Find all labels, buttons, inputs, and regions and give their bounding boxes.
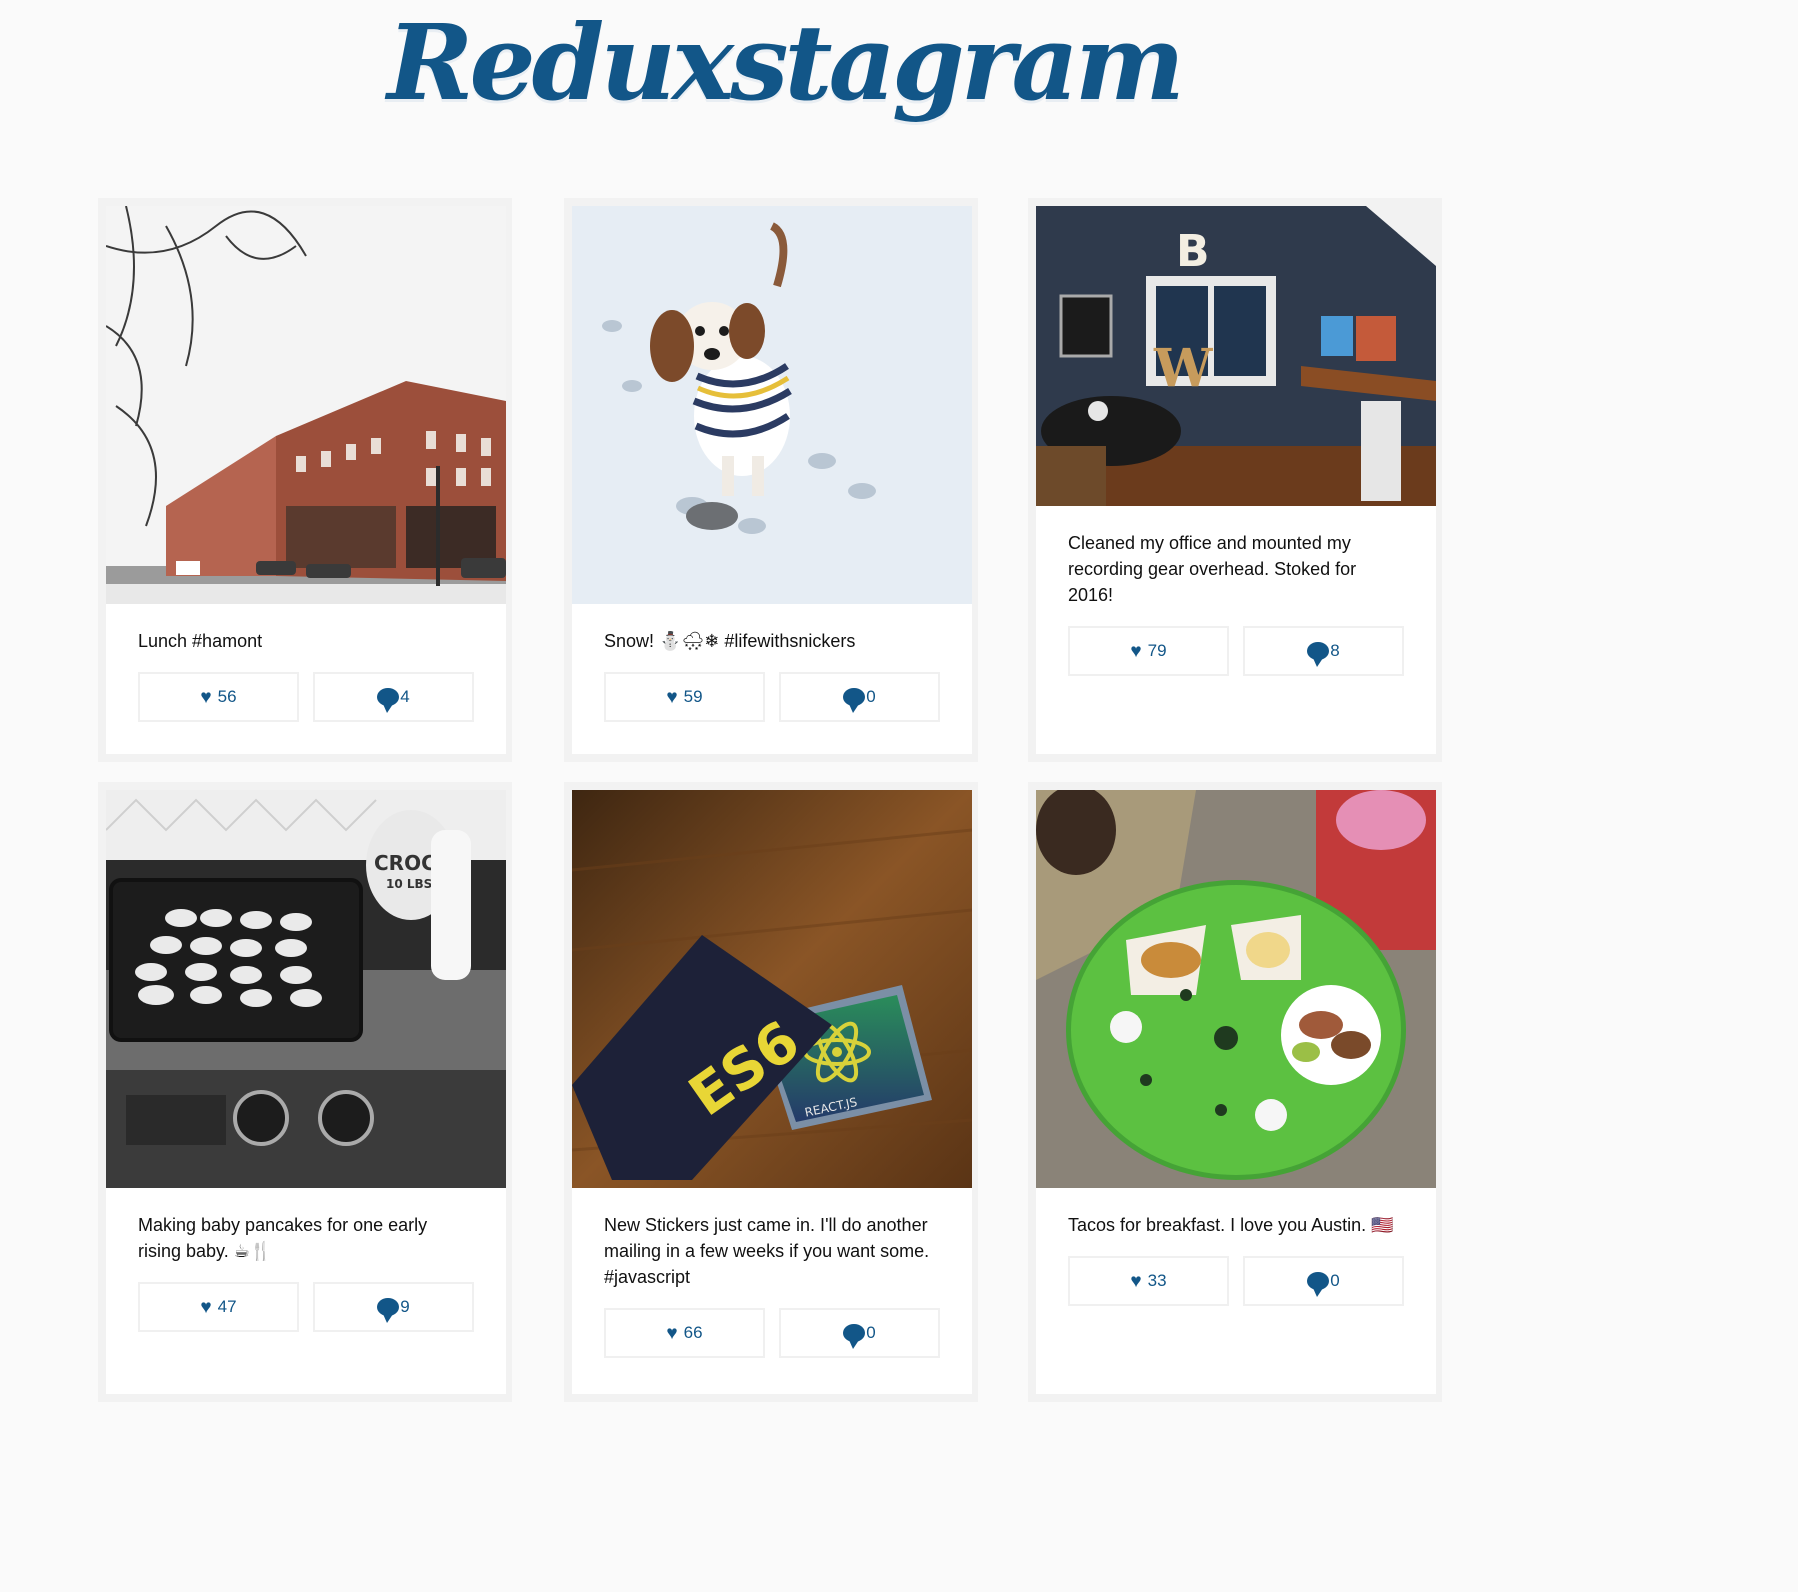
post-card: Lunch #hamont ♥ 56 4 bbox=[98, 198, 512, 762]
comment-count: 4 bbox=[400, 687, 410, 706]
post-caption: Lunch #hamont bbox=[138, 631, 263, 651]
like-button[interactable]: ♥ 79 bbox=[1068, 626, 1229, 676]
post-card-inner: CROCK 10 LBS. Making baby pancakes for o… bbox=[106, 790, 506, 1394]
speech-bubble-icon bbox=[843, 1324, 866, 1349]
post-controls: ♥ 79 8 bbox=[1036, 608, 1436, 676]
post-controls: ♥ 56 4 bbox=[106, 654, 506, 722]
like-button[interactable]: ♥ 56 bbox=[138, 672, 299, 722]
post-card: CROCK 10 LBS. Making baby pancakes for o… bbox=[98, 782, 512, 1402]
like-count: 33 bbox=[1147, 1271, 1167, 1290]
like-button[interactable]: ♥ 47 bbox=[138, 1282, 299, 1332]
app: Reduxstagram Lunch #hamont ♥ 56 4 Snow! … bbox=[0, 0, 1568, 1402]
dog-photo-icon bbox=[572, 206, 972, 604]
post-photo[interactable] bbox=[1036, 790, 1436, 1188]
comment-count: 0 bbox=[866, 1323, 876, 1342]
post-card: Tacos for breakfast. I love you Austin. … bbox=[1028, 782, 1442, 1402]
speech-bubble-icon bbox=[377, 688, 400, 713]
street-photo-icon bbox=[106, 206, 506, 604]
speech-bubble-icon bbox=[843, 688, 866, 713]
like-button[interactable]: ♥ 59 bbox=[604, 672, 765, 722]
post-photo[interactable]: CROCK 10 LBS. bbox=[106, 790, 506, 1188]
comments-button[interactable]: 8 bbox=[1243, 626, 1404, 676]
like-button[interactable]: ♥ 66 bbox=[604, 1308, 765, 1358]
comments-button[interactable]: 9 bbox=[313, 1282, 474, 1332]
comment-count: 0 bbox=[1330, 1271, 1340, 1290]
like-count: 47 bbox=[217, 1297, 237, 1316]
post-card-inner: Snow! ⛄🌨❄ #lifewithsnickers ♥ 59 0 bbox=[572, 206, 972, 754]
speech-bubble-icon bbox=[377, 1298, 400, 1323]
heart-icon: ♥ bbox=[666, 1322, 678, 1344]
heart-icon: ♥ bbox=[666, 686, 678, 708]
comments-button[interactable]: 0 bbox=[779, 672, 940, 722]
post-caption: Cleaned my office and mounted my recordi… bbox=[1068, 533, 1357, 605]
pancakes-photo-icon: CROCK 10 LBS. bbox=[106, 790, 506, 1188]
post-photo[interactable] bbox=[106, 206, 506, 604]
office-photo-icon: B W bbox=[1036, 206, 1436, 506]
post-card-inner: B W Cleaned my office and mounted my rec… bbox=[1036, 206, 1436, 754]
like-count: 59 bbox=[683, 687, 703, 706]
like-count: 56 bbox=[217, 687, 237, 706]
tacos-photo-icon bbox=[1036, 790, 1436, 1188]
post-card-inner: Lunch #hamont ♥ 56 4 bbox=[106, 206, 506, 754]
post-photo[interactable] bbox=[572, 206, 972, 604]
logo-header: Reduxstagram bbox=[0, 0, 1568, 180]
comment-count: 9 bbox=[400, 1297, 410, 1316]
comment-count: 0 bbox=[866, 687, 876, 706]
comments-button[interactable]: 4 bbox=[313, 672, 474, 722]
comments-button[interactable]: 0 bbox=[1243, 1256, 1404, 1306]
heart-icon: ♥ bbox=[1130, 640, 1142, 662]
post-caption: Making baby pancakes for one early risin… bbox=[138, 1215, 428, 1261]
speech-bubble-icon bbox=[1307, 1272, 1330, 1297]
svg-text:B: B bbox=[1176, 226, 1210, 277]
heart-icon: ♥ bbox=[200, 1296, 212, 1318]
comment-count: 8 bbox=[1330, 641, 1340, 660]
post-card-inner: REACT.JS ES6 New Stickers just came in. … bbox=[572, 790, 972, 1394]
heart-icon: ♥ bbox=[1130, 1270, 1142, 1292]
post-controls: ♥ 66 0 bbox=[572, 1290, 972, 1358]
post-photo[interactable]: B W bbox=[1036, 206, 1436, 506]
post-card: B W Cleaned my office and mounted my rec… bbox=[1028, 198, 1442, 762]
crock-label-line2: 10 LBS. bbox=[386, 877, 437, 891]
stickers-photo-icon: REACT.JS ES6 bbox=[572, 790, 972, 1188]
comments-button[interactable]: 0 bbox=[779, 1308, 940, 1358]
heart-icon: ♥ bbox=[200, 686, 212, 708]
logo-title[interactable]: Reduxstagram bbox=[387, 5, 1185, 120]
post-controls: ♥ 59 0 bbox=[572, 654, 972, 722]
like-button[interactable]: ♥ 33 bbox=[1068, 1256, 1229, 1306]
post-controls: ♥ 47 9 bbox=[106, 1264, 506, 1332]
like-count: 66 bbox=[683, 1323, 703, 1342]
speech-bubble-icon bbox=[1307, 642, 1330, 667]
post-caption: Snow! ⛄🌨❄ #lifewithsnickers bbox=[604, 631, 856, 651]
post-card: REACT.JS ES6 New Stickers just came in. … bbox=[564, 782, 978, 1402]
post-card-inner: Tacos for breakfast. I love you Austin. … bbox=[1036, 790, 1436, 1394]
post-controls: ♥ 33 0 bbox=[1036, 1238, 1436, 1306]
post-photo[interactable]: REACT.JS ES6 bbox=[572, 790, 972, 1188]
post-caption: Tacos for breakfast. I love you Austin. … bbox=[1068, 1215, 1394, 1235]
svg-text:W: W bbox=[1153, 338, 1214, 399]
like-count: 79 bbox=[1147, 641, 1167, 660]
post-caption: New Stickers just came in. I'll do anoth… bbox=[604, 1215, 930, 1287]
post-card: Snow! ⛄🌨❄ #lifewithsnickers ♥ 59 0 bbox=[564, 198, 978, 762]
